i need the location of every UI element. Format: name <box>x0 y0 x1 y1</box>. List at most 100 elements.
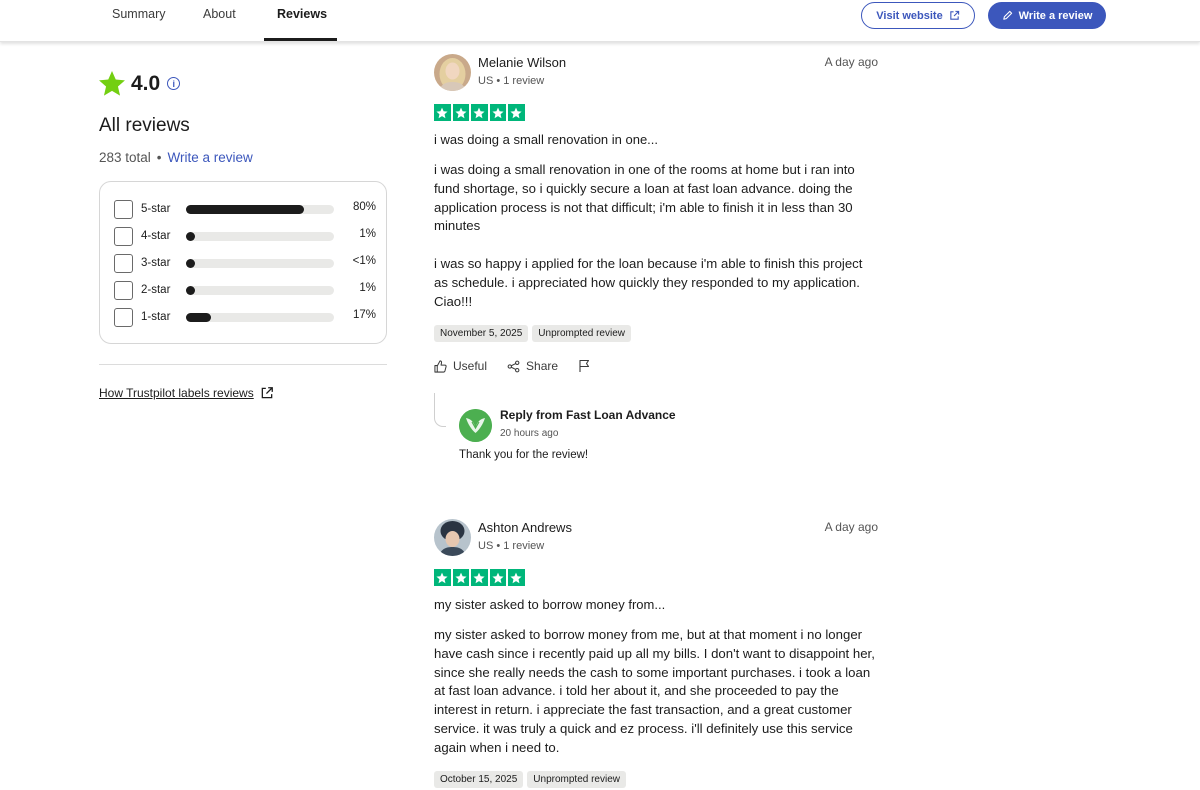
pencil-icon <box>1002 10 1012 20</box>
star-icon <box>508 569 525 586</box>
reviewer-name[interactable]: Ashton Andrews <box>478 520 572 535</box>
star-icon <box>508 104 525 121</box>
star-distribution-bar-fill <box>186 286 195 295</box>
star-filter-row[interactable]: 5-star 80% <box>114 199 376 219</box>
tab-reviews[interactable]: Reviews <box>277 0 327 42</box>
star-filter-percent: 17% <box>352 309 376 321</box>
star-icon <box>471 104 488 121</box>
info-icon[interactable]: i <box>167 77 181 90</box>
star-filter-percent: 1% <box>359 282 376 294</box>
star-icon <box>471 569 488 586</box>
star-filter-label: 1-star <box>141 311 171 323</box>
star-icon <box>434 569 451 586</box>
useful-button[interactable]: Useful <box>434 359 487 373</box>
review-tags: October 15, 2025 Unprompted review <box>434 771 626 788</box>
star-filter-checkbox[interactable] <box>114 199 133 219</box>
reviewer-meta: US • 1 review <box>478 540 545 552</box>
review-title[interactable]: my sister asked to borrow money from... <box>434 597 665 612</box>
tab-summary[interactable]: Summary <box>112 0 165 42</box>
review-date: A day ago <box>824 55 878 69</box>
separator-dot: • <box>156 150 162 165</box>
visit-website-button[interactable]: Visit website <box>861 2 975 29</box>
review-paragraph: i was so happy i applied for the loan be… <box>434 255 863 309</box>
star-distribution-bar <box>186 232 334 241</box>
star-filter-row[interactable]: 3-star <1% <box>114 253 376 273</box>
star-icon <box>99 71 125 96</box>
thumbs-up-icon <box>434 359 447 373</box>
star-filter-checkbox[interactable] <box>114 226 133 246</box>
review-card: Melanie Wilson US • 1 review A day ago i… <box>434 54 880 474</box>
share-label: Share <box>526 359 559 373</box>
review-title[interactable]: i was doing a small renovation in one... <box>434 132 658 147</box>
review-date: A day ago <box>824 520 878 534</box>
review-text: my sister asked to borrow money from me,… <box>434 626 880 758</box>
star-icon <box>489 104 506 121</box>
star-filter-row[interactable]: 1-star 17% <box>114 307 376 327</box>
total-count: 283 total <box>99 150 151 165</box>
external-link-icon <box>950 10 959 20</box>
share-button[interactable]: Share <box>507 359 558 373</box>
star-rating <box>434 104 525 121</box>
review-paragraph: my sister asked to borrow money from me,… <box>434 627 875 755</box>
divider <box>99 364 387 365</box>
star-icon <box>434 104 451 121</box>
review-card: Ashton Andrews US • 1 review A day ago m… <box>434 519 880 790</box>
star-rating <box>434 569 525 586</box>
star-filter-row[interactable]: 4-star 1% <box>114 226 376 246</box>
top-navigation: Summary About Reviews Visit website Writ… <box>0 0 1200 42</box>
reply-time: 20 hours ago <box>500 428 559 439</box>
all-reviews-heading: All reviews <box>99 115 190 136</box>
star-filter-checkbox[interactable] <box>114 253 133 273</box>
star-filter-percent: <1% <box>352 255 376 267</box>
company-logo <box>459 409 492 442</box>
reply-connector <box>434 393 446 427</box>
star-distribution-bar <box>186 286 334 295</box>
star-filter-label: 4-star <box>141 230 171 242</box>
overall-rating: 4.0 i <box>98 70 181 97</box>
star-distribution-bar <box>186 313 334 322</box>
star-distribution-bar <box>186 205 334 214</box>
review-text: i was doing a small renovation in one of… <box>434 161 880 311</box>
reviewer-name[interactable]: Melanie Wilson <box>478 55 566 70</box>
star-filter-row[interactable]: 2-star 1% <box>114 280 376 300</box>
star-distribution-bar-fill <box>186 313 212 322</box>
share-icon <box>507 360 520 372</box>
avatar <box>434 519 471 556</box>
write-review-button[interactable]: Write a review <box>988 2 1106 29</box>
star-distribution-bar-fill <box>186 232 195 241</box>
reviewer-meta: US • 1 review <box>478 75 545 87</box>
star-distribution-bar <box>186 259 334 268</box>
active-tab-indicator <box>264 38 337 41</box>
write-review-link[interactable]: Write a review <box>168 150 253 165</box>
star-icon <box>452 104 469 121</box>
reply-from: Reply from Fast Loan Advance <box>500 408 676 422</box>
star-filter-percent: 80% <box>352 201 376 213</box>
star-distribution-bar-fill <box>186 205 305 214</box>
report-button[interactable] <box>578 359 591 373</box>
star-distribution-bar-fill <box>186 259 195 268</box>
tab-about[interactable]: About <box>203 0 236 42</box>
star-filter-label: 5-star <box>141 203 171 215</box>
external-link-icon <box>261 387 273 399</box>
review-totals: 283 total • Write a review <box>99 150 253 165</box>
avatar <box>434 54 471 91</box>
experience-date-badge: October 15, 2025 <box>434 771 524 788</box>
unprompted-review-badge[interactable]: Unprompted review <box>532 325 631 342</box>
star-filter-checkbox[interactable] <box>114 307 133 327</box>
star-icon <box>489 569 506 586</box>
review-tags: November 5, 2025 Unprompted review <box>434 325 631 342</box>
star-filter-checkbox[interactable] <box>114 280 133 300</box>
how-trustpilot-labels-link[interactable]: How Trustpilot labels reviews <box>99 386 274 400</box>
review-actions: Useful Share <box>434 359 611 373</box>
star-filter-label: 3-star <box>141 257 171 269</box>
star-icon <box>452 569 469 586</box>
star-filter-percent: 1% <box>359 228 376 240</box>
unprompted-review-badge[interactable]: Unprompted review <box>527 771 626 788</box>
reply-text: Thank you for the review! <box>459 449 589 461</box>
useful-label: Useful <box>453 359 488 373</box>
rating-value: 4.0 <box>131 71 161 95</box>
review-paragraph: i was doing a small renovation in one of… <box>434 162 855 234</box>
star-filter-label: 2-star <box>141 284 171 296</box>
visit-website-label: Visit website <box>876 9 943 22</box>
experience-date-badge: November 5, 2025 <box>434 325 529 342</box>
